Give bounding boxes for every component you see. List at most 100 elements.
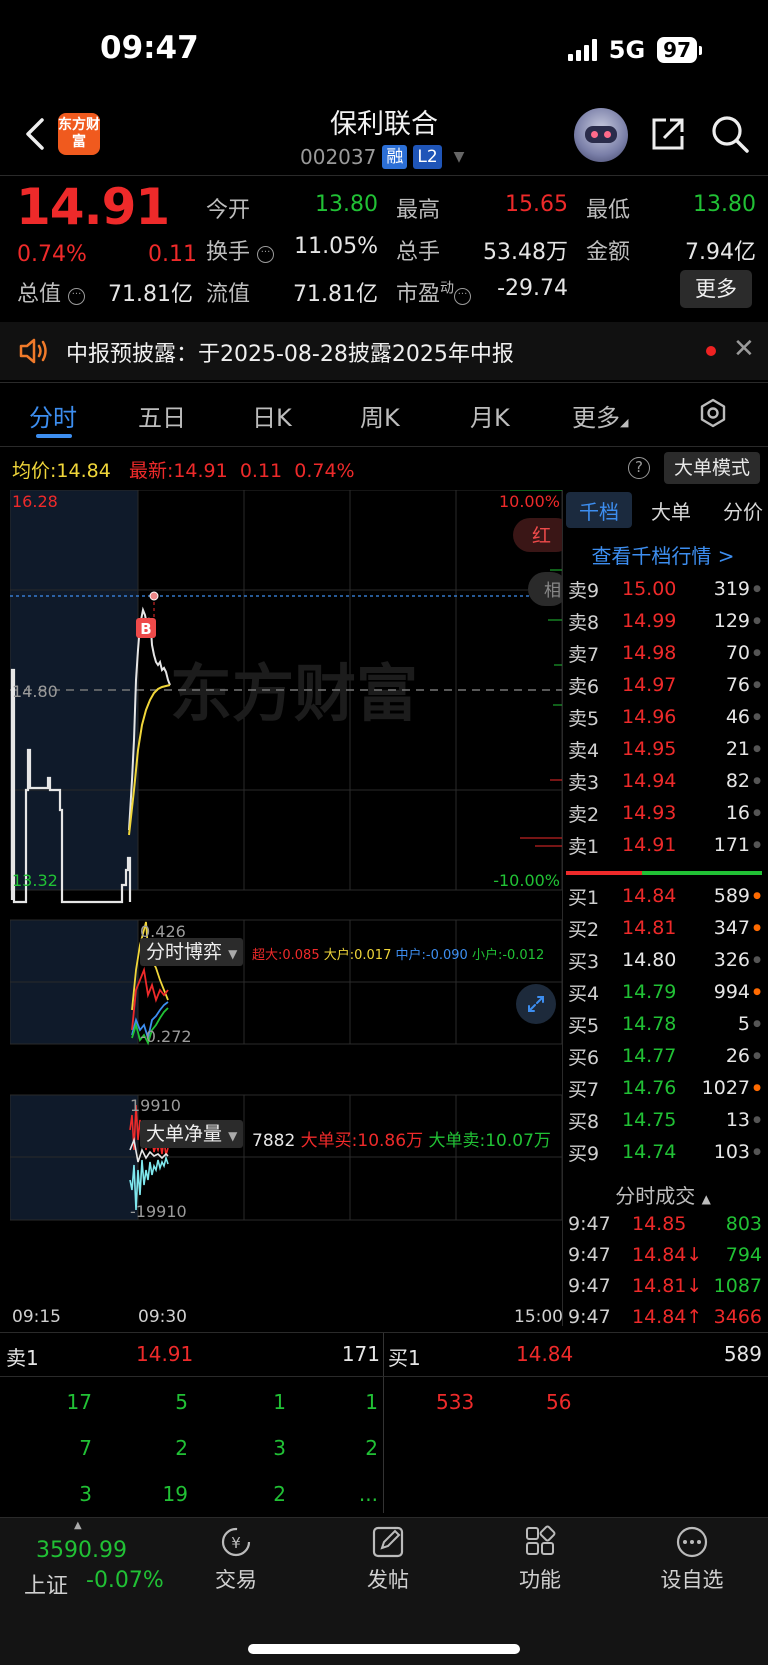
tab-five-day[interactable]: 五日 <box>138 398 186 433</box>
stock-code-row[interactable]: 002037 融 L2 ▼ <box>300 145 464 169</box>
ask-queue-item: 3 <box>79 1482 92 1506</box>
gear-icon[interactable] <box>697 397 729 429</box>
ask-queue-item: 2 <box>365 1436 378 1460</box>
lvl-ask-vol: 171 <box>341 1342 380 1366</box>
ask-dot-icon: ● <box>753 648 761 658</box>
tab-intraday[interactable]: 分时 <box>29 398 77 433</box>
tab-big-orders[interactable]: 大单 <box>651 496 691 525</box>
bid-row[interactable]: 买3 14.80 326 ● <box>568 944 762 976</box>
ask-dot-icon: ● <box>753 840 761 850</box>
boyi-selector[interactable]: 分时博弈 ▼ <box>140 938 244 966</box>
tick-price: 14.81↓ <box>632 1274 703 1297</box>
legend-small: 小户:-0.012 <box>471 948 545 963</box>
netvol-selector[interactable]: 大单净量 ▼ <box>140 1120 244 1148</box>
ask-volume: 21 <box>725 738 750 760</box>
ask-row[interactable]: 卖1 14.91 171 ● <box>568 829 762 861</box>
nav-functions[interactable]: 功能 <box>490 1524 590 1594</box>
bid-price: 14.76 <box>622 1077 677 1099</box>
nav-trade[interactable]: ¥ 交易 <box>186 1524 286 1594</box>
index-change[interactable]: -0.07% <box>86 1568 164 1593</box>
big-order-mode-button[interactable]: 大单模式 <box>664 452 760 484</box>
ask-row[interactable]: 卖3 14.94 82 ● <box>568 765 762 797</box>
tab-weekly-k[interactable]: 周K <box>360 398 400 433</box>
tab-monthly-k[interactable]: 月K <box>470 398 510 433</box>
info-icon[interactable]: ··· <box>68 288 86 305</box>
ask-row[interactable]: 卖2 14.93 16 ● <box>568 797 762 829</box>
ask-dot-icon: ● <box>753 776 761 786</box>
index-value[interactable]: 3590.99 <box>36 1538 127 1563</box>
nav-post[interactable]: 发帖 <box>338 1524 438 1594</box>
ticks-title[interactable]: 分时成交 ▲ <box>563 1180 763 1209</box>
bid-price: 14.79 <box>622 981 677 1003</box>
tab-daily-k[interactable]: 日K <box>252 398 292 433</box>
legend-large: 大户:0.017 <box>323 948 392 963</box>
bid-dot-icon: ● <box>753 1083 761 1093</box>
ask-row[interactable]: 卖7 14.98 70 ● <box>568 637 762 669</box>
nav-watchlist[interactable]: 设自选 <box>642 1524 742 1594</box>
ask-price: 14.99 <box>622 610 677 632</box>
tab-price-split[interactable]: 分价 <box>723 496 763 525</box>
network-type: 5G <box>608 36 646 64</box>
intraday-chart[interactable]: 东方财富 B 红 相 16.28 14.80 13.32 10.00% -10.… <box>10 490 562 1308</box>
ask-row[interactable]: 卖6 14.97 76 ● <box>568 669 762 701</box>
bid-price: 14.75 <box>622 1109 677 1131</box>
info-icon[interactable]: ··· <box>257 246 275 263</box>
bid-row[interactable]: 买7 14.76 1027 ● <box>568 1072 762 1104</box>
tick-row: 9:47 14.81↓ 1087 <box>568 1270 762 1301</box>
index-name[interactable]: 上证 <box>24 1568 68 1600</box>
bid-row[interactable]: 买5 14.78 5 ● <box>568 1008 762 1040</box>
netvol-sell: 大单卖:10.07万 <box>428 1131 551 1151</box>
netvol-y-top: 19910 <box>130 1096 181 1115</box>
high-label: 最高 <box>396 198 441 223</box>
search-icon[interactable] <box>710 114 750 154</box>
tab-thousand-levels[interactable]: 千档 <box>563 496 619 525</box>
close-icon[interactable]: ✕ <box>733 334 755 364</box>
ask-dot-icon: ● <box>753 744 761 754</box>
tick-volume: 3466 <box>713 1305 762 1328</box>
bid-volume: 5 <box>737 1013 750 1035</box>
bid-level: 买2 <box>568 918 600 941</box>
view-levels-link[interactable]: 查看千档行情 > <box>563 540 763 569</box>
bid-level: 买3 <box>568 950 600 973</box>
bid-row[interactable]: 买2 14.81 347 ● <box>568 912 762 944</box>
chart-info-line: 均价:14.84 最新:14.91 0.11 0.74% <box>12 460 355 482</box>
info-icon[interactable]: ··· <box>454 288 472 305</box>
ask-row[interactable]: 卖8 14.99 129 ● <box>568 605 762 637</box>
ask-row[interactable]: 卖4 14.95 21 ● <box>568 733 762 765</box>
ask-row[interactable]: 卖5 14.96 46 ● <box>568 701 762 733</box>
bid-row[interactable]: 买6 14.77 26 ● <box>568 1040 762 1072</box>
bid-dot-icon: ● <box>753 987 761 997</box>
buy-marker-label: B <box>140 620 151 638</box>
ask-volume: 129 <box>713 610 750 632</box>
orderbook-tabs: 千档 大单 分价 <box>563 496 763 525</box>
ask-row[interactable]: 卖9 15.00 319 ● <box>568 573 762 605</box>
nav-watchlist-label: 设自选 <box>660 1568 724 1592</box>
lvl-bid-price: 14.84 <box>516 1342 574 1366</box>
bid-row[interactable]: 买8 14.75 13 ● <box>568 1104 762 1136</box>
share-icon[interactable] <box>648 114 688 154</box>
current-price-marker <box>149 591 159 601</box>
ask-queue-item: ... <box>358 1482 378 1506</box>
bid-volume: 994 <box>713 981 750 1003</box>
bid-queue-item: 533 <box>436 1390 475 1414</box>
battery-icon: 97 <box>657 37 702 63</box>
bid-row[interactable]: 买4 14.79 994 ● <box>568 976 762 1008</box>
open-value: 13.80 <box>315 192 378 217</box>
netvol-value: 7882 <box>252 1131 296 1151</box>
ask-price: 14.96 <box>622 706 677 728</box>
bid-row[interactable]: 买9 14.74 103 ● <box>568 1136 762 1168</box>
more-button[interactable]: 更多 <box>680 270 752 308</box>
assistant-avatar[interactable] <box>574 108 628 162</box>
bid-row[interactable]: 买1 14.84 589 ● <box>568 880 762 912</box>
bid-volume: 589 <box>713 885 750 907</box>
time-axis-open: 09:30 <box>138 1307 187 1327</box>
help-icon[interactable]: ? <box>628 457 650 479</box>
tick-row: 9:47 14.85 803 <box>568 1208 762 1239</box>
tick-time: 9:47 <box>568 1212 611 1235</box>
volume-label: 总手 <box>396 240 441 265</box>
notice-text[interactable]: 中报预披露：于2025-08-28披露2025年中报 <box>66 336 514 368</box>
expand-icon[interactable] <box>516 984 556 1024</box>
tick-time: 9:47 <box>568 1274 611 1297</box>
tab-more[interactable]: 更多◢ <box>572 398 628 433</box>
tick-row: 9:47 14.84↓ 794 <box>568 1239 762 1270</box>
